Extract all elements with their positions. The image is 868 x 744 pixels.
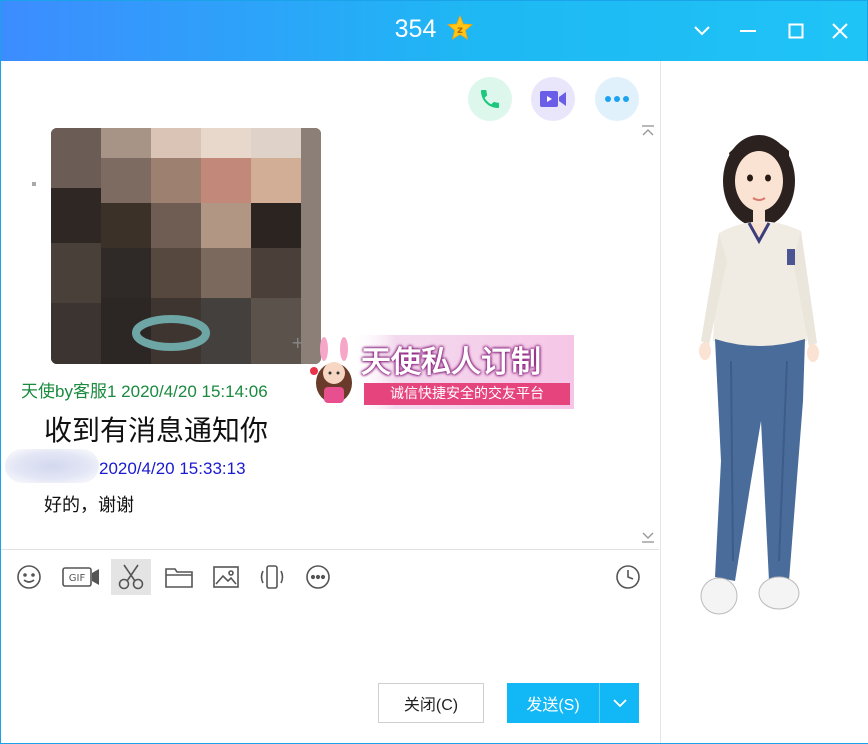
scroll-down-icon[interactable]	[641, 531, 655, 546]
message-time: 2020/4/20 15:14:06	[121, 382, 268, 401]
more-options-button[interactable]	[595, 77, 639, 121]
message-sender: 天使by客服1	[21, 382, 117, 401]
screenshot-button[interactable]	[111, 559, 151, 595]
message-area[interactable]: + 天使by客服1 2020/4/20 15:14:06 收到有消息通知你 天使…	[1, 61, 659, 549]
scissors-icon	[118, 564, 144, 590]
message-input[interactable]	[1, 599, 659, 679]
message-time: 2020/4/20 15:33:13	[99, 459, 246, 478]
shake-button[interactable]	[252, 559, 292, 595]
shake-icon	[260, 565, 284, 589]
gif-button[interactable]: GIF	[59, 559, 103, 595]
history-button[interactable]	[608, 559, 648, 595]
history-icon	[616, 565, 640, 589]
emoji-icon	[17, 565, 41, 589]
blurred-sender-name	[5, 449, 99, 483]
character-avatar	[699, 135, 819, 615]
chevron-down-icon	[612, 699, 627, 708]
image-button[interactable]	[206, 559, 246, 595]
close-window-icon[interactable]	[824, 15, 856, 47]
ad-title: 天使私人订制	[361, 345, 541, 380]
chat-window: 354 z + 天使by客服1 2020/4/20 15:14:06 收到有消息…	[0, 0, 868, 744]
file-button[interactable]	[159, 559, 199, 595]
ad-banner[interactable]: 天使私人订制 诚信快捷安全的交友平台	[306, 335, 574, 409]
close-button[interactable]: 关闭(C)	[378, 683, 484, 723]
more-icon	[605, 96, 629, 102]
ad-subtitle: 诚信快捷安全的交友平台	[364, 383, 570, 405]
phone-icon	[481, 90, 499, 108]
more-tools-button[interactable]	[298, 559, 338, 595]
add-sticker-icon[interactable]: +	[291, 333, 304, 352]
folder-icon	[165, 568, 193, 588]
svg-text:z: z	[457, 25, 463, 36]
emoji-button[interactable]	[9, 559, 49, 595]
toolbar-divider	[1, 549, 659, 550]
gif-icon: GIF	[62, 567, 99, 587]
bullet-dot	[32, 182, 36, 186]
title-bar: 354 z	[1, 1, 867, 61]
image-icon	[213, 566, 239, 588]
minimize-icon[interactable]	[732, 15, 764, 47]
send-options-button[interactable]	[599, 683, 639, 723]
message-text: 收到有消息通知你	[44, 415, 269, 446]
phone-call-button[interactable]	[468, 77, 512, 121]
shared-photo[interactable]	[51, 128, 321, 364]
window-title: 354	[394, 15, 437, 43]
scroll-up-icon[interactable]	[641, 125, 655, 140]
avatar-panel	[660, 61, 868, 743]
message-text: 好的，谢谢	[44, 495, 134, 515]
more-tools-icon	[306, 565, 330, 589]
send-button[interactable]: 发送(S)	[507, 683, 599, 723]
video-icon	[540, 91, 566, 107]
dropdown-icon[interactable]	[686, 15, 718, 47]
zzz-star-icon: z	[447, 15, 474, 40]
svg-text:GIF: GIF	[69, 573, 86, 584]
video-call-button[interactable]	[531, 77, 575, 121]
toolbar: GIF	[1, 557, 659, 597]
maximize-icon[interactable]	[780, 15, 812, 47]
